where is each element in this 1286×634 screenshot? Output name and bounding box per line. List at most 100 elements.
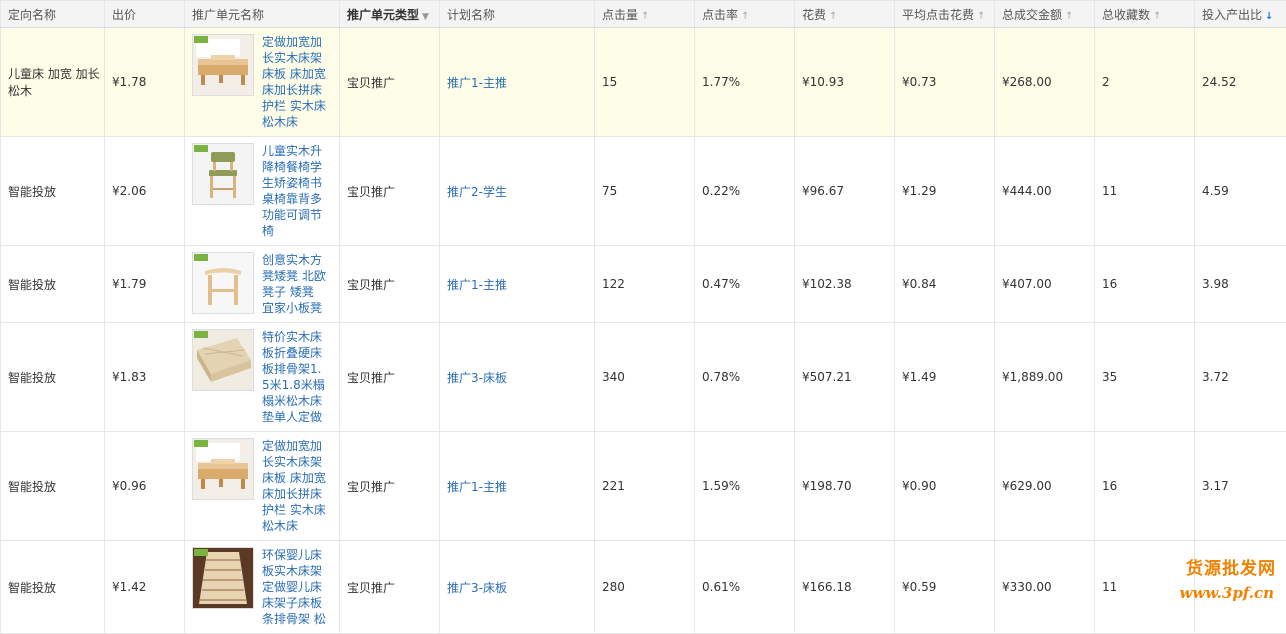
product-thumbnail[interactable]: [192, 34, 254, 96]
header-plan-name[interactable]: 计划名称: [440, 1, 595, 28]
total-sales-cell: ¥330.00: [995, 541, 1095, 634]
product-title-link[interactable]: 定做加宽加长实木床架床板 床加宽床加长拼床护栏 实木床松木床: [262, 34, 328, 130]
bid-cell[interactable]: ¥1.83: [105, 323, 185, 432]
bid-cell[interactable]: ¥1.79: [105, 246, 185, 323]
sort-up-icon[interactable]: ↑: [829, 11, 837, 22]
unit-type-cell: 宝贝推广: [340, 137, 440, 246]
header-roi[interactable]: 投入产出比↓: [1195, 1, 1286, 28]
bid-cell[interactable]: ¥1.78: [105, 28, 185, 137]
header-clicks[interactable]: 点击量↑: [595, 1, 695, 28]
unit-type-cell: 宝贝推广: [340, 541, 440, 634]
roi-cell: 24.52: [1195, 28, 1286, 137]
table-row: 智能投放 ¥1.42 环保婴儿床板实木床架定做婴儿床床架子床板条排骨架 松 宝贝…: [1, 541, 1286, 634]
promo-badge-icon: [194, 331, 208, 338]
sort-up-icon[interactable]: ↑: [1065, 11, 1073, 22]
avg-cpc-cell: ¥0.59: [895, 541, 995, 634]
bed-board-image: [193, 330, 253, 390]
cost-cell: ¥96.67: [795, 137, 895, 246]
promo-badge-icon: [194, 549, 208, 556]
plan-name-link[interactable]: 推广1-主推: [447, 278, 507, 292]
plan-name-link[interactable]: 推广3-床板: [447, 581, 507, 595]
ctr-cell: 0.47%: [695, 246, 795, 323]
sort-up-icon[interactable]: ↑: [1153, 11, 1161, 22]
plan-name-cell: 推广3-床板: [440, 541, 595, 634]
favorites-cell: 2: [1095, 28, 1195, 137]
product-thumbnail[interactable]: [192, 329, 254, 391]
target-name-cell: 智能投放: [1, 137, 105, 246]
sort-up-icon[interactable]: ↑: [741, 11, 749, 22]
ctr-cell: 0.61%: [695, 541, 795, 634]
product-thumbnail[interactable]: [192, 438, 254, 500]
bed-extension-image: [193, 439, 253, 499]
clicks-cell: 75: [595, 137, 695, 246]
product-title-link[interactable]: 环保婴儿床板实木床架定做婴儿床床架子床板条排骨架 松: [262, 547, 328, 627]
target-name-cell: 儿童床 加宽 加长 松木: [1, 28, 105, 137]
total-sales-cell: ¥444.00: [995, 137, 1095, 246]
product-thumbnail[interactable]: [192, 143, 254, 205]
total-sales-cell: ¥1,889.00: [995, 323, 1095, 432]
table-row: 智能投放 ¥2.06 儿童实木升降椅餐椅学生矫姿椅书桌椅靠背多功能可调节椅 宝贝…: [1, 137, 1286, 246]
sort-down-icon[interactable]: ↓: [1265, 11, 1273, 22]
bid-cell[interactable]: ¥1.42: [105, 541, 185, 634]
product-title-link[interactable]: 特价实木床板折叠硬床板排骨架1.5米1.8米榻榻米松木床垫单人定做: [262, 329, 328, 425]
plan-name-cell: 推广1-主推: [440, 246, 595, 323]
product-thumbnail[interactable]: [192, 252, 254, 314]
plan-name-cell: 推广2-学生: [440, 137, 595, 246]
roi-cell: [1195, 541, 1286, 634]
favorites-cell: 16: [1095, 432, 1195, 541]
header-avg-cpc[interactable]: 平均点击花费↑: [895, 1, 995, 28]
ctr-cell: 0.78%: [695, 323, 795, 432]
header-target-name[interactable]: 定向名称: [1, 1, 105, 28]
cost-cell: ¥198.70: [795, 432, 895, 541]
header-favorites[interactable]: 总收藏数↑: [1095, 1, 1195, 28]
product-info: 特价实木床板折叠硬床板排骨架1.5米1.8米榻榻米松木床垫单人定做: [192, 329, 339, 425]
total-sales-cell: ¥268.00: [995, 28, 1095, 137]
bed-extension-image: [193, 35, 253, 95]
plan-name-link[interactable]: 推广1-主推: [447, 480, 507, 494]
favorites-cell: 11: [1095, 541, 1195, 634]
table-row: 儿童床 加宽 加长 松木 ¥1.78 定做加宽加长实木床架床板 床加宽床加长拼床…: [1, 28, 1286, 137]
product-cell: 儿童实木升降椅餐椅学生矫姿椅书桌椅靠背多功能可调节椅: [185, 137, 340, 246]
slatted-bed-base-image: [193, 548, 253, 608]
total-sales-cell: ¥629.00: [995, 432, 1095, 541]
sort-up-icon[interactable]: ↑: [641, 11, 649, 22]
avg-cpc-cell: ¥1.49: [895, 323, 995, 432]
header-bid[interactable]: 出价: [105, 1, 185, 28]
ctr-cell: 1.77%: [695, 28, 795, 137]
plan-name-cell: 推广1-主推: [440, 28, 595, 137]
plan-name-link[interactable]: 推广1-主推: [447, 76, 507, 90]
header-unit-type[interactable]: 推广单元类型▼: [340, 1, 440, 28]
unit-type-cell: 宝贝推广: [340, 246, 440, 323]
ctr-cell: 0.22%: [695, 137, 795, 246]
plan-name-link[interactable]: 推广2-学生: [447, 185, 507, 199]
product-title-link[interactable]: 创意实木方凳矮凳 北欧凳子 矮凳 宜家小板凳: [262, 252, 328, 316]
bid-cell[interactable]: ¥2.06: [105, 137, 185, 246]
bid-cell[interactable]: ¥0.96: [105, 432, 185, 541]
product-thumbnail[interactable]: [192, 547, 254, 609]
favorites-cell: 11: [1095, 137, 1195, 246]
plan-name-cell: 推广3-床板: [440, 323, 595, 432]
clicks-cell: 280: [595, 541, 695, 634]
promo-badge-icon: [194, 145, 208, 152]
header-cost[interactable]: 花费↑: [795, 1, 895, 28]
header-ctr[interactable]: 点击率↑: [695, 1, 795, 28]
product-info: 定做加宽加长实木床架床板 床加宽床加长拼床护栏 实木床松木床: [192, 438, 339, 534]
sort-up-icon[interactable]: ↑: [977, 11, 985, 22]
product-title-link[interactable]: 定做加宽加长实木床架床板 床加宽床加长拼床护栏 实木床松木床: [262, 438, 328, 534]
product-title-link[interactable]: 儿童实木升降椅餐椅学生矫姿椅书桌椅靠背多功能可调节椅: [262, 143, 328, 239]
target-name-cell: 智能投放: [1, 246, 105, 323]
product-cell: 定做加宽加长实木床架床板 床加宽床加长拼床护栏 实木床松木床: [185, 432, 340, 541]
caret-down-icon[interactable]: ▼: [422, 12, 429, 22]
table-header-row: 定向名称 出价 推广单元名称 推广单元类型▼ 计划名称 点击量↑ 点击率↑ 花费…: [1, 1, 1286, 28]
roi-cell: 4.59: [1195, 137, 1286, 246]
table-row: 智能投放 ¥1.83 特价实木床板折叠硬床板排骨架1.5米1.8米榻榻米松木床垫…: [1, 323, 1286, 432]
ctr-cell: 1.59%: [695, 432, 795, 541]
roi-cell: 3.17: [1195, 432, 1286, 541]
promo-badge-icon: [194, 36, 208, 43]
header-total-sales[interactable]: 总成交金额↑: [995, 1, 1095, 28]
clicks-cell: 221: [595, 432, 695, 541]
cost-cell: ¥166.18: [795, 541, 895, 634]
header-unit-name[interactable]: 推广单元名称: [185, 1, 340, 28]
clicks-cell: 122: [595, 246, 695, 323]
plan-name-link[interactable]: 推广3-床板: [447, 371, 507, 385]
